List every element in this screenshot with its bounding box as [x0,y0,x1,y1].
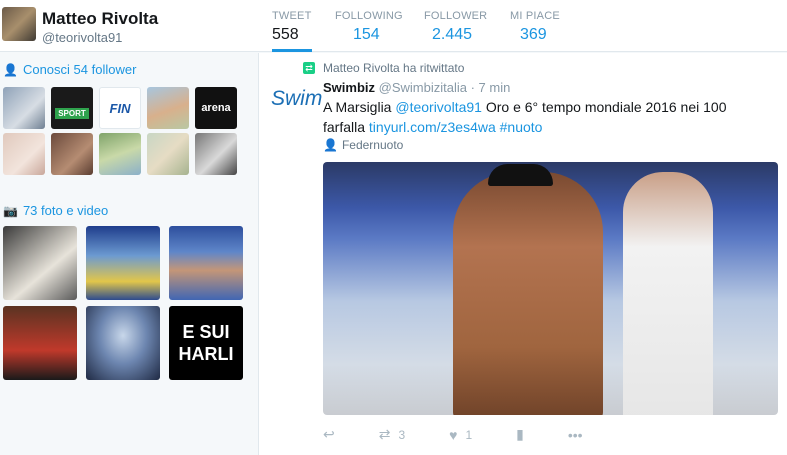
tweet-author-handle[interactable]: @Swimbizitalia [379,80,467,95]
media-link[interactable]: 📷 73 foto e video [3,203,108,218]
tweet-link[interactable]: tinyurl.com/z3es4wa [369,119,496,135]
tweet-photo[interactable] [323,162,778,415]
follower-avatar[interactable] [51,133,93,175]
tweet-text-part: A Marsiglia [323,99,396,115]
bar-chart-icon: ▮ [516,426,524,442]
stat-label: TWEET [272,10,312,22]
tweet-location-text: Federnuoto [341,138,404,152]
media-thumb[interactable] [3,226,77,300]
follower-avatar-label: arena [201,102,231,114]
stat-value: 369 [520,26,547,43]
follower-avatar[interactable] [99,133,141,175]
media-thumb[interactable] [3,306,77,380]
retweet-icon: ⇄ [303,62,315,74]
profile-avatar[interactable] [2,7,36,41]
user-icon: 👤 [3,62,18,77]
camera-icon: 📷 [3,203,18,218]
media-thumb[interactable]: E SUI HARLI [169,306,243,380]
official-figure [623,172,713,415]
followers-you-know-label: Conosci 54 follower [22,62,137,77]
profile-name[interactable]: Matteo Rivolta [42,9,158,29]
media-thumb[interactable] [86,226,160,300]
media-thumb[interactable] [86,306,160,380]
tweet-author-avatar-text: Swim [271,87,323,110]
stat-tweets[interactable]: TWEET 558 [272,10,312,52]
swim-cap [488,164,553,186]
stat-value: 558 [272,26,299,43]
follower-avatar[interactable] [3,133,45,175]
retweet-context-text[interactable]: Matteo Rivolta ha ritwittato [323,61,464,75]
profile-handle[interactable]: @teorivolta91 [42,30,122,45]
retweet-context: ⇄ Matteo Rivolta ha ritwittato [303,61,464,75]
timeline: ⇄ Matteo Rivolta ha ritwittato Swim Swim… [258,53,787,455]
sidebar: 👤 Conosci 54 follower SPORT FIN arena 📷 … [0,53,258,455]
tweet-actions: ↩ ⇄ 3 ♥ 1 ▮ ••• [323,426,627,443]
tweet-author-name[interactable]: Swimbiz [323,80,375,95]
profile-header: Matteo Rivolta @teorivolta91 TWEET 558 F… [0,0,787,52]
follower-avatar[interactable] [147,133,189,175]
more-button[interactable]: ••• [568,427,583,443]
location-icon: 👤 [323,138,338,152]
media-grid: E SUI HARLI [3,226,243,380]
tweet-hashtag[interactable]: #nuoto [500,119,543,135]
like-count: 1 [465,427,473,442]
media-thumb-text: E SUI HARLI [178,322,234,364]
follower-avatar-label: FIN [109,100,131,116]
retweet-button[interactable]: ⇄ 3 [379,426,405,443]
follower-avatar[interactable]: SPORT [51,87,93,129]
retweet-icon: ⇄ [378,426,391,442]
tweet-author-avatar[interactable]: Swim [271,83,323,133]
follower-grid: SPORT FIN arena [3,87,239,175]
like-button[interactable]: ♥ 1 [449,427,472,443]
analytics-button[interactable]: ▮ [516,426,524,443]
tweet-time[interactable]: · 7 min [471,80,511,95]
follower-avatar-label: SPORT [55,108,89,119]
reply-icon: ↩ [323,426,335,442]
follower-avatar[interactable] [3,87,45,129]
stat-following[interactable]: FOLLOWING 154 [335,10,403,44]
stat-followers[interactable]: FOLLOWER 2.445 [424,10,487,44]
swimmer-figure [453,172,603,415]
more-icon: ••• [567,426,583,443]
stat-value: 154 [353,26,380,43]
follower-avatar[interactable]: arena [195,87,237,129]
reply-button[interactable]: ↩ [323,426,335,443]
stat-value: 2.445 [432,26,473,43]
tweet-location[interactable]: 👤 Federnuoto [323,138,403,152]
media-label: 73 foto e video [22,203,109,218]
follower-avatar[interactable]: FIN [99,87,141,129]
stat-label: FOLLOWING [335,10,403,22]
tweet-header: Swimbiz @Swimbizitalia · 7 min [323,80,510,95]
stat-label: FOLLOWER [424,10,488,22]
stat-label: MI PIACE [510,10,560,22]
stat-likes[interactable]: MI PIACE 369 [510,10,560,44]
heart-icon: ♥ [449,426,458,443]
followers-you-know-link[interactable]: 👤 Conosci 54 follower [3,62,136,77]
follower-avatar[interactable] [147,87,189,129]
follower-avatar[interactable] [195,133,237,175]
retweet-count: 3 [398,427,406,442]
media-thumb[interactable] [169,226,243,300]
tweet-text: A Marsiglia @teorivolta91 Oro e 6° tempo… [323,97,763,137]
tweet-mention[interactable]: @teorivolta91 [395,99,482,115]
